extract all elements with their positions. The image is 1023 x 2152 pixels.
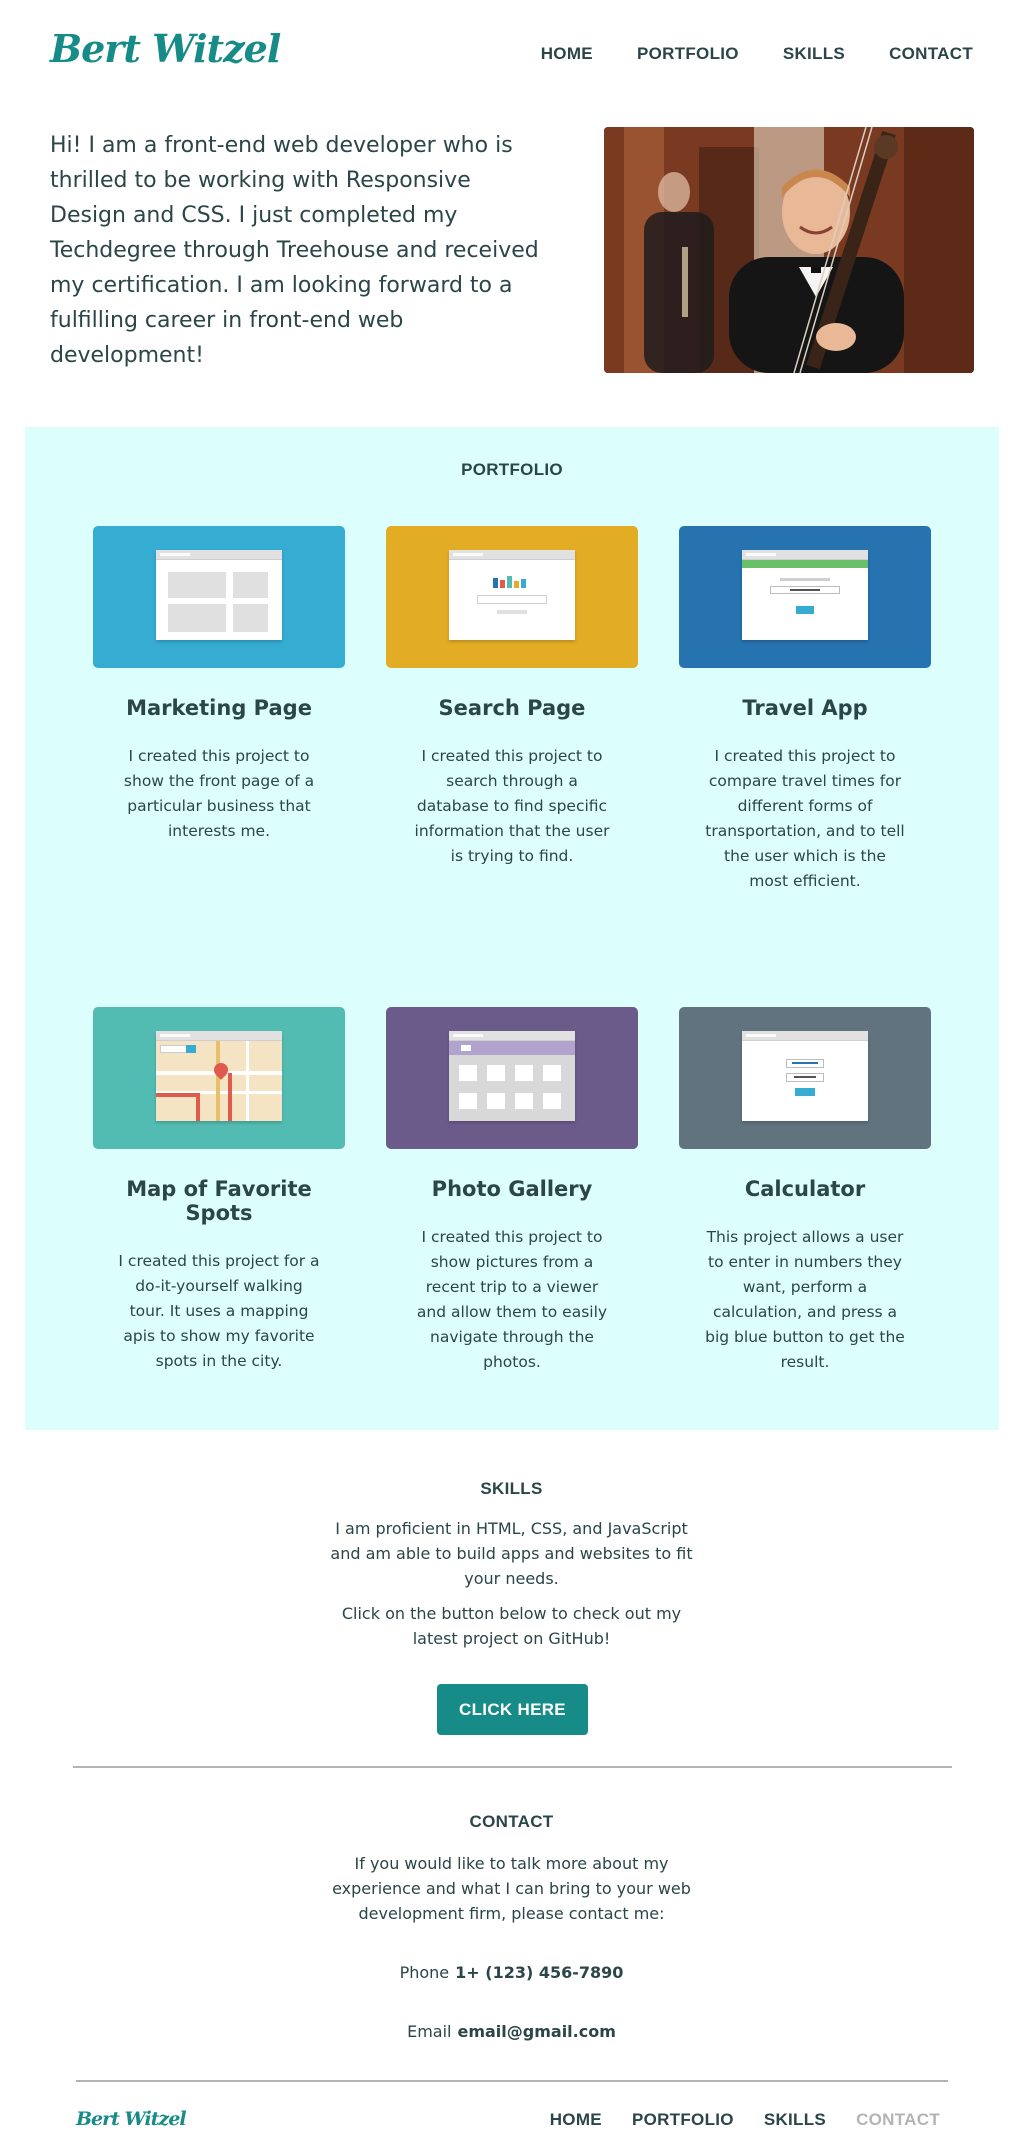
email-value[interactable]: email@gmail.com <box>457 2022 615 2041</box>
email-label: Email <box>407 2022 452 2041</box>
footer-nav-skills[interactable]: SKILLS <box>764 2110 826 2130</box>
contact-email: Email email@gmail.com <box>0 2022 1023 2041</box>
github-paragraph-text: Click on the button below to check out m… <box>341 1604 682 1648</box>
section-divider <box>73 1766 952 1768</box>
site-logo[interactable]: Bert Witzel <box>50 26 281 71</box>
project-title: Photo Gallery <box>431 1177 593 1201</box>
profile-photo-illustration <box>604 127 974 373</box>
project-description: I created this project to compare travel… <box>705 747 905 890</box>
footer-nav: HOME PORTFOLIO SKILLS CONTACT <box>550 2110 940 2130</box>
nav-skills[interactable]: SKILLS <box>783 44 845 64</box>
calculator-mockup-icon <box>742 1031 868 1121</box>
contact-title: CONTACT <box>469 1812 554 1831</box>
phone-value[interactable]: 1+ (123) 456-7890 <box>455 1963 623 1982</box>
github-paragraph: Click on the button below to check out m… <box>0 1601 1023 1651</box>
footer-divider <box>76 2080 948 2082</box>
nav-home[interactable]: HOME <box>541 44 593 64</box>
project-title: Travel App <box>742 696 868 720</box>
project-thumbnail[interactable] <box>386 1007 638 1149</box>
skills-paragraph: I am proficient in HTML, CSS, and JavaSc… <box>0 1516 1023 1591</box>
portfolio-section: PORTFOLIO Marketing Page I created this … <box>25 427 999 1430</box>
project-card[interactable]: Search Page I created this project to se… <box>386 526 638 869</box>
project-title: Map of Favorite Spots <box>126 1177 312 1225</box>
contact-phone: Phone 1+ (123) 456-7890 <box>0 1963 1023 1982</box>
footer-nav-portfolio[interactable]: PORTFOLIO <box>632 2110 734 2130</box>
map-mockup-icon <box>156 1031 282 1121</box>
project-title: Search Page <box>438 696 586 720</box>
project-thumbnail[interactable] <box>679 1007 931 1149</box>
footer-nav-contact[interactable]: CONTACT <box>856 2110 940 2130</box>
gallery-mockup-icon <box>449 1031 575 1121</box>
nav-portfolio[interactable]: PORTFOLIO <box>637 44 739 64</box>
project-description: I created this project to show the front… <box>123 747 315 840</box>
project-description: I created this project to show pictures … <box>416 1228 608 1371</box>
github-button[interactable]: CLICK HERE <box>437 1684 588 1735</box>
contact-paragraph-text: If you would like to talk more about my … <box>332 1854 691 1923</box>
browser-mockup-icon <box>449 550 575 640</box>
footer-logo[interactable]: Bert Witzel <box>76 2108 187 2130</box>
main-nav: HOME PORTFOLIO SKILLS CONTACT <box>541 44 973 64</box>
profile-photo <box>604 127 974 373</box>
contact-paragraph: If you would like to talk more about my … <box>0 1851 1023 1926</box>
project-card[interactable]: Travel App I created this project to com… <box>679 526 931 894</box>
project-card[interactable]: Map of Favorite Spots I created this pro… <box>93 1007 345 1374</box>
intro-text: Hi! I am a front-end web developer who i… <box>50 133 539 368</box>
project-description: I created this project to search through… <box>414 747 610 865</box>
project-card[interactable]: Calculator This project allows a user to… <box>679 1007 931 1375</box>
phone-label: Phone <box>399 1963 450 1982</box>
portfolio-title: PORTFOLIO <box>461 460 563 479</box>
browser-mockup-icon <box>742 550 868 640</box>
project-title: Marketing Page <box>126 696 312 720</box>
project-description: I created this project for a do-it-yours… <box>118 1252 320 1370</box>
skills-paragraph-text: I am proficient in HTML, CSS, and JavaSc… <box>330 1519 693 1588</box>
skills-title: SKILLS <box>480 1479 543 1498</box>
footer-nav-home[interactable]: HOME <box>550 2110 602 2130</box>
project-description: This project allows a user to enter in n… <box>705 1228 905 1371</box>
nav-contact[interactable]: CONTACT <box>889 44 973 64</box>
project-thumbnail[interactable] <box>93 526 345 668</box>
browser-mockup-icon <box>156 550 282 640</box>
project-thumbnail[interactable] <box>679 526 931 668</box>
project-thumbnail[interactable] <box>93 1007 345 1149</box>
site-header: Bert Witzel HOME PORTFOLIO SKILLS CONTAC… <box>0 0 1023 110</box>
project-card[interactable]: Photo Gallery I created this project to … <box>386 1007 638 1375</box>
project-card[interactable]: Marketing Page I created this project to… <box>93 526 345 844</box>
project-thumbnail[interactable] <box>386 526 638 668</box>
project-title: Calculator <box>744 1177 866 1201</box>
